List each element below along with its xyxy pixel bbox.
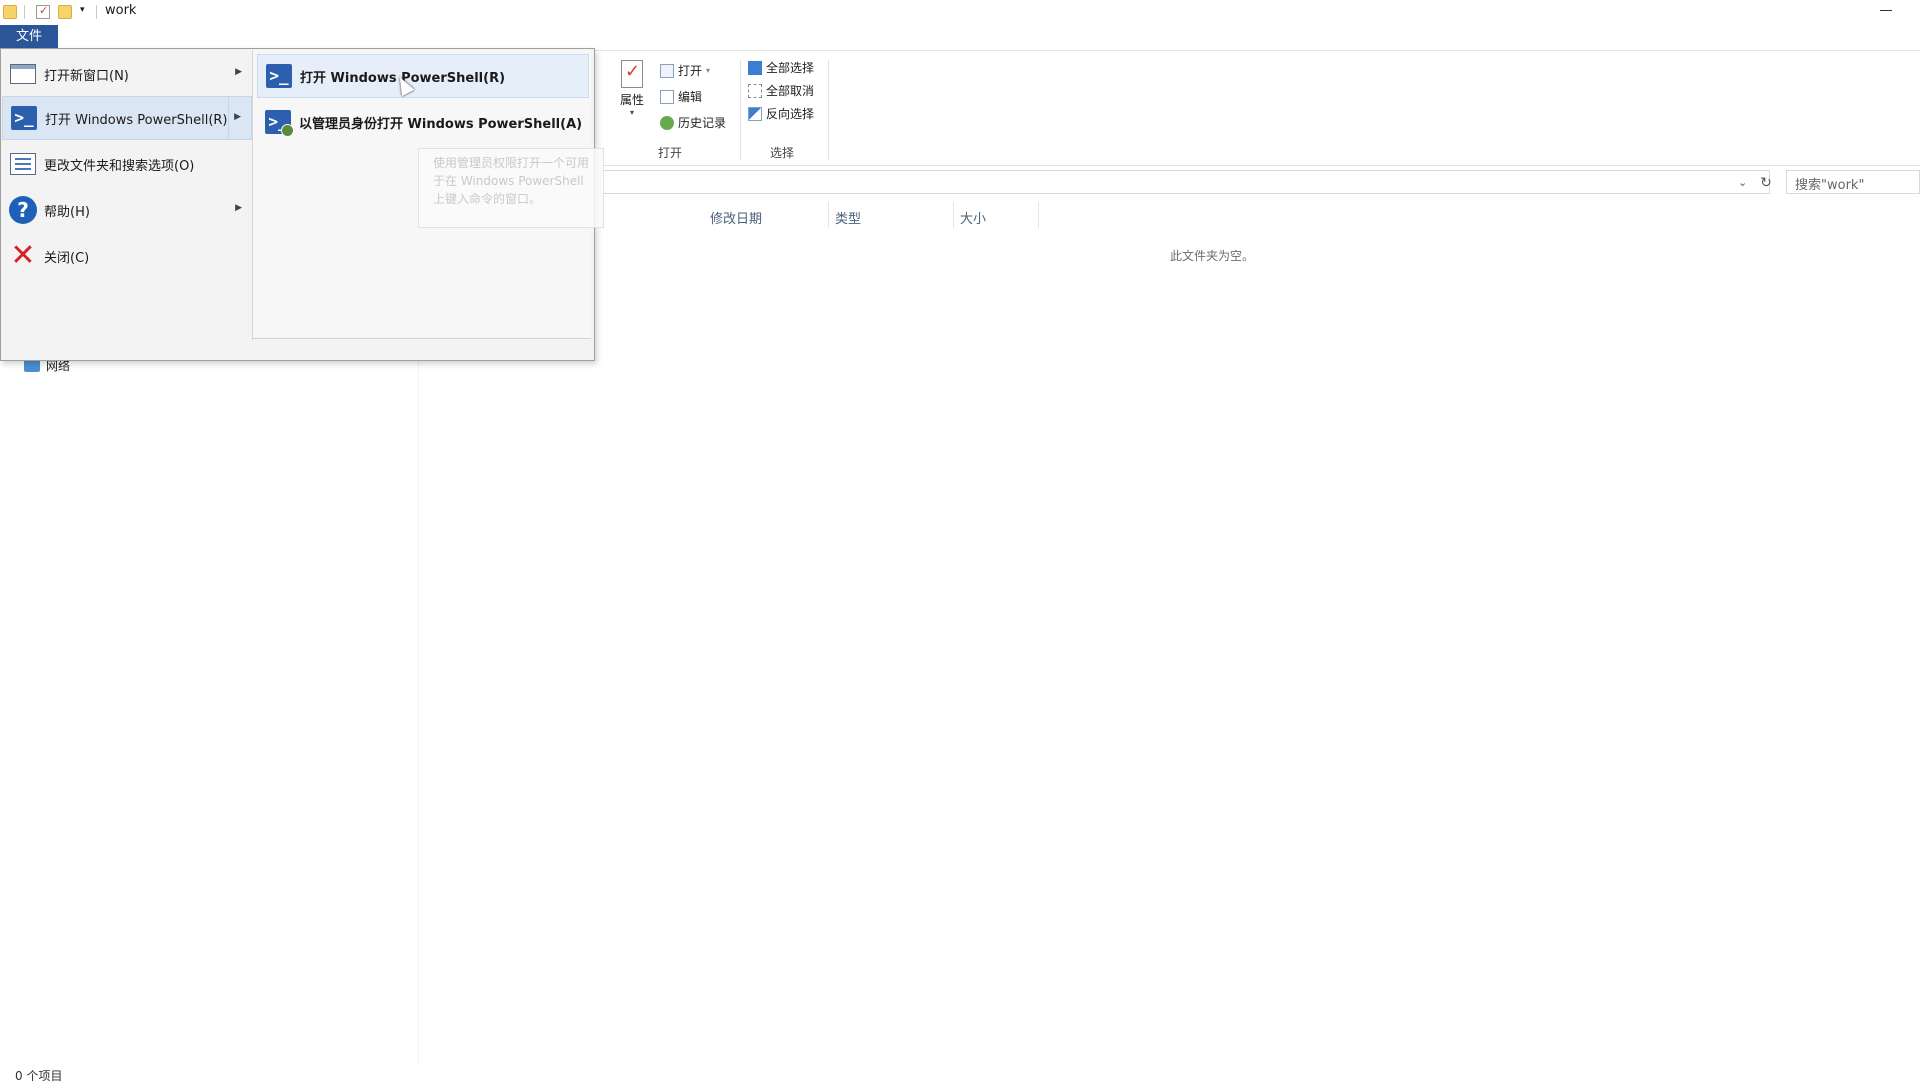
invert-selection-icon bbox=[748, 106, 762, 121]
powershell-icon: >_ bbox=[266, 64, 292, 88]
properties-icon bbox=[621, 60, 643, 88]
title-bar: ▾ work bbox=[0, 0, 1920, 24]
edit-button[interactable]: 编辑 bbox=[660, 88, 702, 105]
menu-item-help[interactable]: ? 帮助(H) ▶ bbox=[2, 188, 252, 232]
window-title: work bbox=[105, 3, 137, 18]
divider bbox=[828, 60, 829, 160]
file-tab[interactable]: 文件 bbox=[0, 25, 58, 48]
submenu-item-open-powershell-admin[interactable]: >_ 以管理员身份打开 Windows PowerShell(A) bbox=[257, 100, 589, 144]
empty-folder-message: 此文件夹为空。 bbox=[1170, 249, 1255, 263]
properties-label: 属性 bbox=[619, 93, 644, 107]
minimize-button[interactable] bbox=[1874, 0, 1898, 22]
select-all-icon bbox=[748, 60, 762, 75]
select-none-label: 全部取消 bbox=[766, 84, 815, 98]
tooltip: 使用管理员权限打开一个可用于在 Windows PowerShell 上键入命令… bbox=[418, 148, 604, 228]
chevron-right-icon: ▶ bbox=[234, 112, 241, 122]
properties-button[interactable]: 属性 ▾ bbox=[615, 58, 649, 120]
powershell-icon: >_ bbox=[11, 106, 37, 130]
menu-item-close[interactable]: ✕ 关闭(C) bbox=[2, 234, 252, 278]
divider bbox=[24, 5, 25, 19]
select-all-button[interactable]: 全部选择 bbox=[748, 59, 814, 76]
menu-item-label: 更改文件夹和搜索选项(O) bbox=[44, 158, 195, 174]
divider bbox=[96, 5, 97, 19]
menu-item-open-powershell[interactable]: >_ 打开 Windows PowerShell(R) ▶ bbox=[2, 96, 252, 140]
menu-item-label: 打开新窗口(N) bbox=[44, 68, 129, 84]
chevron-right-icon: ▶ bbox=[235, 67, 242, 77]
menu-item-label: 打开 Windows PowerShell(R) bbox=[45, 112, 228, 128]
status-item-count: 0 个项目 bbox=[15, 1069, 63, 1083]
chevron-down-icon: ▾ bbox=[706, 66, 711, 75]
history-button[interactable]: 历史记录 bbox=[660, 114, 726, 131]
edit-icon bbox=[660, 89, 674, 104]
submenu-item-open-powershell[interactable]: >_ 打开 Windows PowerShell(R) bbox=[257, 54, 589, 98]
help-icon: ? bbox=[9, 196, 37, 224]
menu-item-label: 关闭(C) bbox=[44, 250, 90, 266]
search-input[interactable]: 搜索"work" bbox=[1786, 170, 1920, 194]
column-header-size[interactable]: 大小 bbox=[960, 208, 986, 227]
properties-quick-icon[interactable] bbox=[36, 4, 50, 19]
customize-quick-access-icon[interactable]: ▾ bbox=[80, 5, 85, 15]
open-icon bbox=[660, 63, 674, 78]
open-group-label: 打开 bbox=[658, 146, 683, 160]
select-none-button[interactable]: 全部取消 bbox=[748, 82, 814, 99]
chevron-down-icon[interactable]: ⌄ bbox=[1738, 176, 1747, 189]
menu-item-label: 帮助(H) bbox=[44, 204, 90, 220]
column-header-type[interactable]: 类型 bbox=[835, 208, 861, 227]
menu-item-folder-options[interactable]: 更改文件夹和搜索选项(O) bbox=[2, 142, 252, 186]
new-window-icon bbox=[10, 64, 36, 84]
menu-item-new-window[interactable]: 打开新窗口(N) ▶ bbox=[2, 52, 252, 96]
folder-icon bbox=[3, 5, 17, 19]
chevron-down-icon: ▾ bbox=[629, 108, 634, 117]
divider bbox=[740, 60, 741, 160]
divider bbox=[1038, 202, 1039, 228]
open-label: 打开 bbox=[678, 64, 703, 78]
divider bbox=[418, 362, 419, 1062]
edit-label: 编辑 bbox=[678, 90, 703, 104]
address-bar[interactable] bbox=[600, 170, 1770, 194]
column-header-modified[interactable]: 修改日期 bbox=[710, 208, 762, 227]
new-folder-quick-icon[interactable] bbox=[58, 5, 72, 19]
divider bbox=[953, 202, 954, 228]
chevron-right-icon: ▶ bbox=[235, 203, 242, 213]
history-icon bbox=[660, 115, 674, 130]
invert-selection-button[interactable]: 反向选择 bbox=[748, 105, 814, 122]
select-group-label: 选择 bbox=[770, 146, 795, 160]
close-icon: ✕ bbox=[10, 238, 36, 273]
refresh-icon[interactable]: ↻ bbox=[1755, 172, 1777, 194]
history-label: 历史记录 bbox=[678, 116, 727, 130]
powershell-admin-icon: >_ bbox=[265, 110, 294, 137]
select-none-icon bbox=[748, 83, 762, 98]
submenu-item-label: 以管理员身份打开 Windows PowerShell(A) bbox=[299, 116, 583, 132]
open-button[interactable]: 打开 ▾ bbox=[660, 62, 710, 79]
file-menu-commands: 打开新窗口(N) ▶ >_ 打开 Windows PowerShell(R) ▶… bbox=[2, 52, 252, 342]
folder-options-icon bbox=[10, 153, 36, 175]
select-all-label: 全部选择 bbox=[766, 61, 815, 75]
divider bbox=[252, 338, 591, 339]
divider bbox=[828, 202, 829, 228]
invert-selection-label: 反向选择 bbox=[766, 107, 815, 121]
